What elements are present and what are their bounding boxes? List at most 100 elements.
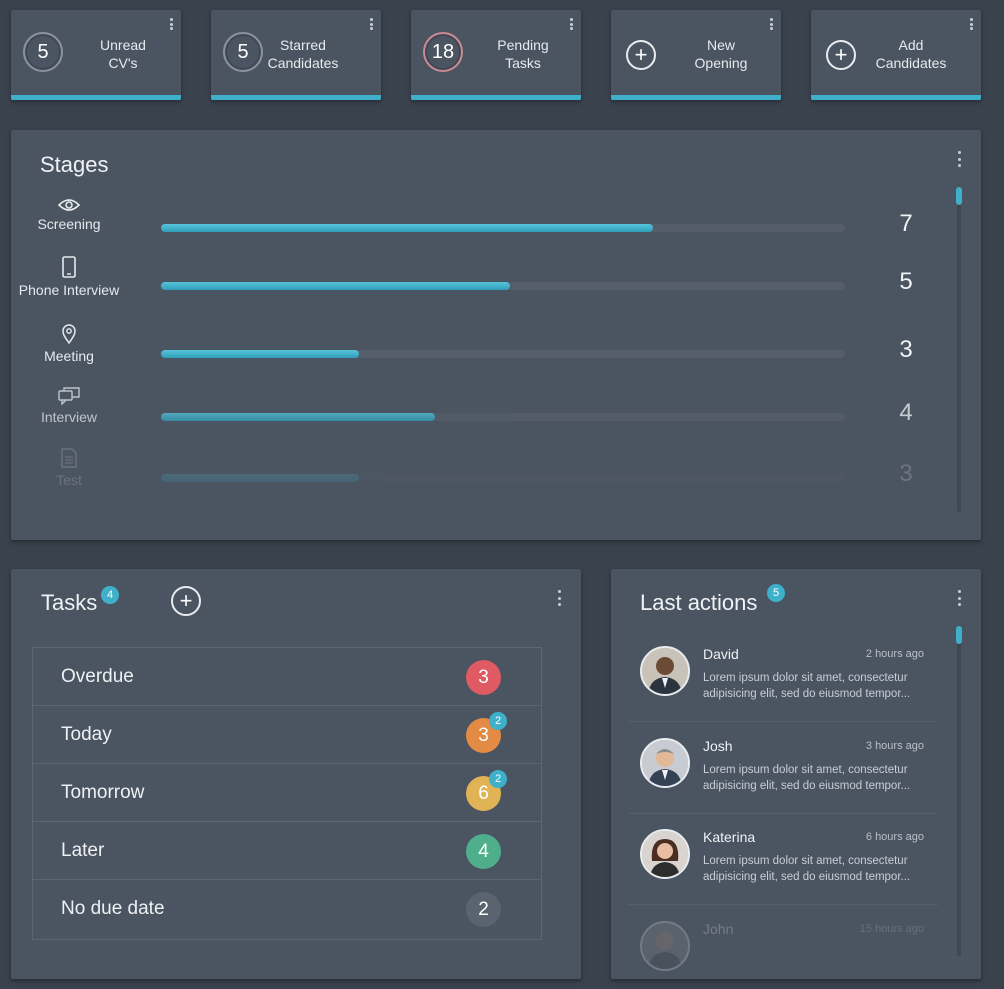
avatar [640,738,690,788]
task-count-value: 3 [478,724,489,746]
tasks-count-badge: 4 [101,586,119,604]
more-options-icon[interactable] [957,590,961,606]
phone-icon [11,256,127,278]
more-options-icon[interactable] [169,18,173,30]
action-item[interactable]: David 2 hours ago Lorem ipsum dolor sit am… [628,631,938,722]
stage-progress-fill [161,413,435,421]
plus-icon[interactable]: + [826,40,856,70]
last-actions-count-badge: 5 [767,584,785,602]
action-user-name: Katerina [703,829,756,845]
pending-tasks-label: Pending Tasks [497,37,549,71]
last-actions-panel: Last actions 5 David 2 hours ago Lorem ips… [611,569,981,979]
action-user-name: John [703,921,734,937]
stage-icon-group: Screening [11,198,127,232]
action-description: Lorem ipsum dolor sit amet, consectetur … [703,764,911,792]
stage-progress-track [161,350,845,358]
scrollbar-thumb[interactable] [956,626,962,644]
task-count-value: 4 [478,840,489,862]
task-count: 62 [466,770,507,811]
scrollbar-thumb[interactable] [956,187,962,205]
stage-icon-group: Test [11,448,127,488]
stage-icon-group: Phone Interview [11,256,127,298]
last-actions-title: Last actions [640,590,758,615]
task-row-today[interactable]: Today 3 2 [33,706,541,764]
action-item[interactable]: John 15 hours ago [628,906,938,979]
last-actions-scrollbar[interactable] [956,626,962,956]
task-count-value: 6 [478,782,489,804]
stage-progress-track [161,282,845,290]
stage-count: 5 [899,268,913,295]
stage-row-screening[interactable]: Screening 7 [11,198,951,248]
stage-row-meeting[interactable]: Meeting 3 [11,324,951,374]
task-count-value: 2 [478,898,489,920]
action-timestamp: 15 hours ago [859,923,924,935]
tasks-panel: Tasks 4 + Overdue 3 Today 3 2 Tomorrow 6 2 Later… [11,569,581,979]
stages-title: Stages [40,152,109,177]
new-opening-card[interactable]: + New Opening [611,10,781,100]
action-user-name: David [703,646,739,662]
unread-cvs-label: Unread CV's [100,37,146,71]
stage-name: Meeting [44,348,94,364]
task-row-tomorrow[interactable]: Tomorrow 6 2 [33,764,541,822]
stages-panel: Stages Screening 7 Phone Interview 5 Meeting… [11,130,981,540]
unread-cvs-count: 5 [23,32,63,72]
task-row-later[interactable]: Later 4 [33,822,541,880]
stage-progress-track [161,474,845,482]
task-label: Overdue [61,665,134,687]
stage-row-test[interactable]: Test 3 [11,448,951,498]
action-description: Lorem ipsum dolor sit amet, consectetur … [703,672,911,700]
tasks-title: Tasks [41,590,98,615]
action-user-name: Josh [703,738,733,754]
stages-scrollbar[interactable] [956,187,962,512]
action-timestamp: 2 hours ago [865,648,924,660]
avatar [640,921,690,971]
action-item[interactable]: Josh 3 hours ago Lorem ipsum dolor sit ame… [628,723,938,814]
stage-progress-track [161,413,845,421]
task-label: Later [61,839,105,861]
task-new-badge: 2 [489,712,507,730]
stage-count: 3 [899,336,913,363]
task-row-no-due-date[interactable]: No due date 2 [33,880,541,938]
more-options-icon[interactable] [557,590,561,606]
more-options-icon[interactable] [569,18,573,30]
starred-candidates-label: Starred Candidates [267,37,339,71]
stage-name: Test [56,472,82,488]
stage-icon-group: Interview [11,387,127,425]
stage-row-interview[interactable]: Interview 4 [11,387,951,437]
pending-tasks-count: 18 [423,32,463,72]
more-options-icon[interactable] [969,18,973,30]
stage-name: Phone Interview [18,282,120,298]
task-count-value: 3 [478,666,489,688]
stage-count: 4 [899,399,913,426]
task-label: No due date [61,898,165,919]
add-candidates-label: Add Candidates [875,37,947,71]
task-count: 2 [466,892,501,927]
action-timestamp: 6 hours ago [865,831,924,843]
chat-icon [11,387,127,405]
new-opening-label: New Opening [694,37,748,71]
unread-cvs-card[interactable]: 5 Unread CV's [11,10,181,100]
stage-progress-fill [161,282,510,290]
more-options-icon[interactable] [769,18,773,30]
avatar [640,829,690,879]
task-new-badge: 2 [489,770,507,788]
more-options-icon[interactable] [369,18,373,30]
action-timestamp: 3 hours ago [865,740,924,752]
task-list: Overdue 3 Today 3 2 Tomorrow 6 2 Later 4 No due da… [32,647,542,940]
action-item[interactable]: Katerina 6 hours ago Lorem ipsum dolor sit… [628,814,938,905]
plus-icon[interactable]: + [626,40,656,70]
stage-progress-track [161,224,845,232]
stage-name: Interview [40,409,98,425]
task-row-overdue[interactable]: Overdue 3 [33,648,541,706]
stage-row-phone-interview[interactable]: Phone Interview 5 [11,256,951,306]
add-candidates-card[interactable]: + Add Candidates [811,10,981,100]
stage-name: Screening [37,216,101,232]
add-task-button[interactable]: + [171,586,201,616]
stage-progress-fill [161,474,360,482]
avatar [640,646,690,696]
more-options-icon[interactable] [957,151,961,167]
document-icon [11,448,127,468]
starred-candidates-card[interactable]: 5 Starred Candidates [211,10,381,100]
task-label: Today [61,723,112,745]
pending-tasks-card[interactable]: 18 Pending Tasks [411,10,581,100]
